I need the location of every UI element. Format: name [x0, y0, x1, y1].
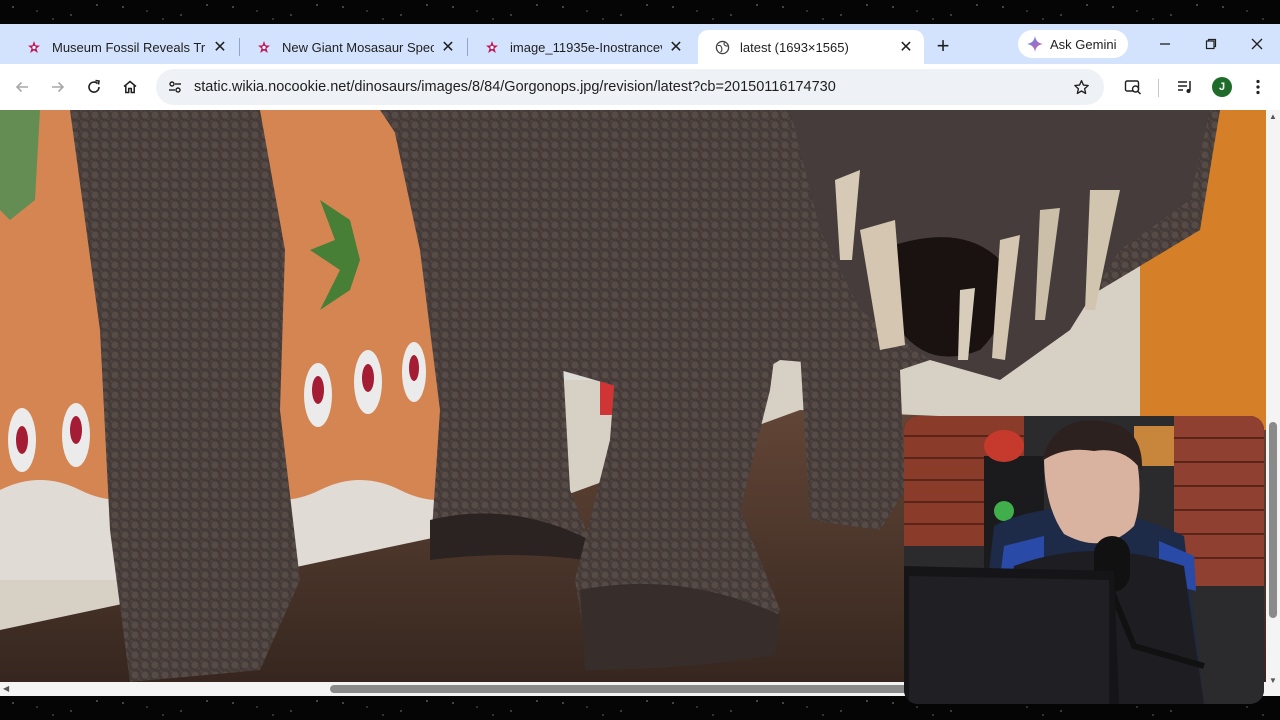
ask-gemini-label: Ask Gemini	[1050, 36, 1117, 52]
back-icon[interactable]	[9, 74, 35, 100]
media-control-icon[interactable]	[1172, 74, 1198, 100]
tab-latest-image[interactable]: latest (1693×1565) ✕	[698, 30, 924, 64]
close-tab-icon[interactable]: ✕	[440, 39, 456, 56]
tab-giant-mosasaur[interactable]: New Giant Mosasaur Species ✕	[240, 30, 466, 64]
gemini-star-icon	[1026, 35, 1044, 53]
bookmark-star-icon[interactable]	[1068, 74, 1094, 100]
new-tab-icon[interactable]: +	[931, 33, 955, 58]
scroll-up-icon[interactable]: ▲	[1269, 112, 1277, 121]
ask-gemini-button[interactable]: Ask Gemini	[1018, 30, 1129, 58]
tab-title: latest (1693×1565)	[740, 39, 849, 55]
home-icon[interactable]	[117, 74, 143, 100]
kebab-menu-icon[interactable]	[1245, 74, 1271, 100]
webcam-feed	[904, 416, 1264, 704]
close-tab-icon[interactable]: ✕	[898, 39, 914, 56]
tab-museum-fossil[interactable]: Museum Fossil Reveals Triassic ✕	[10, 30, 238, 64]
fandom-icon	[26, 39, 42, 55]
fandom-icon	[256, 39, 272, 55]
toolbar-divider	[1158, 79, 1159, 97]
reload-icon[interactable]	[81, 74, 107, 100]
globe-icon	[714, 39, 730, 55]
close-window-icon[interactable]	[1242, 32, 1272, 56]
tab-title: New Giant Mosasaur Species	[282, 39, 434, 55]
restore-icon[interactable]	[1196, 32, 1226, 56]
fandom-icon	[484, 39, 500, 55]
webcam-overlay	[904, 416, 1264, 704]
google-lens-icon[interactable]	[1120, 74, 1146, 100]
site-info-icon[interactable]	[162, 74, 188, 100]
tab-title: Museum Fossil Reveals Triassic	[52, 39, 206, 55]
scroll-down-icon[interactable]: ▼	[1269, 676, 1277, 685]
tab-inostrancevia-image[interactable]: image_11935e-Inostrancevia.j ✕	[468, 30, 694, 64]
browser-toolbar: static.wikia.nocookie.net/dinosaurs/imag…	[0, 64, 1280, 110]
minimize-icon[interactable]	[1150, 32, 1180, 56]
vertical-scrollbar[interactable]: ▲ ▼	[1266, 110, 1280, 696]
profile-avatar[interactable]: J	[1212, 77, 1232, 97]
close-tab-icon[interactable]: ✕	[668, 39, 684, 56]
forward-icon[interactable]	[45, 74, 71, 100]
tab-strip: Museum Fossil Reveals Triassic ✕ New Gia…	[0, 24, 1280, 64]
vertical-scroll-thumb[interactable]	[1269, 422, 1277, 618]
url-text: static.wikia.nocookie.net/dinosaurs/imag…	[194, 79, 836, 95]
address-bar[interactable]: static.wikia.nocookie.net/dinosaurs/imag…	[156, 69, 1104, 105]
close-tab-icon[interactable]: ✕	[212, 39, 228, 56]
scroll-left-icon[interactable]: ◀	[3, 684, 9, 693]
horizontal-scroll-thumb[interactable]	[330, 685, 910, 693]
tab-title: image_11935e-Inostrancevia.j	[510, 39, 662, 55]
